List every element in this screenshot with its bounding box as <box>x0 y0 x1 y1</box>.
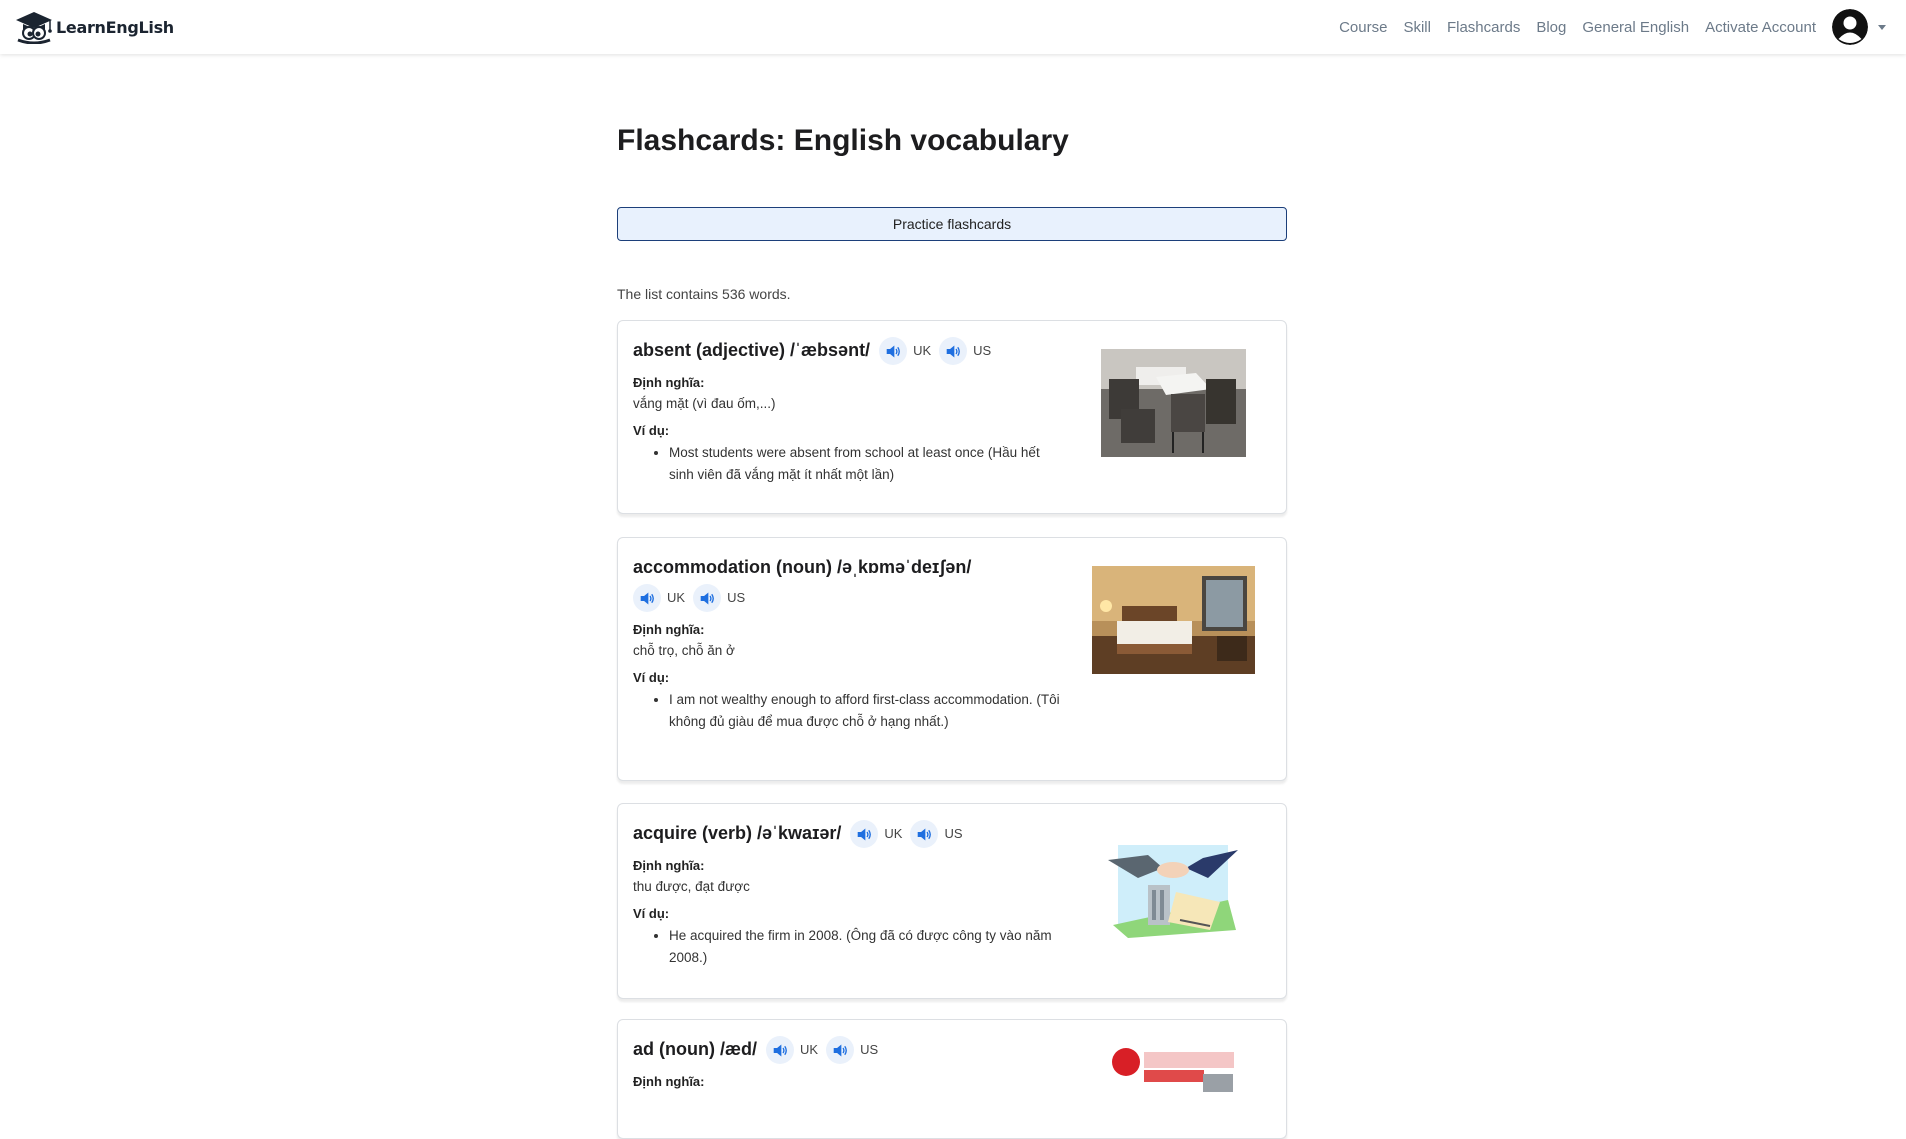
headword-text: ad (noun) /æd/ <box>633 1039 757 1059</box>
definition-text: thu được, đạt được <box>633 879 750 895</box>
handshake-image <box>1108 845 1238 938</box>
user-menu[interactable] <box>1832 9 1886 45</box>
example-label: Ví dụ: <box>633 906 670 922</box>
nav-flashcards[interactable]: Flashcards <box>1447 19 1520 36</box>
nav-course[interactable]: Course <box>1339 19 1387 36</box>
definition-text: vắng mặt (vì đau ốm,...) <box>633 396 776 412</box>
page-title: Flashcards: English vocabulary <box>617 124 1069 157</box>
us-label: US <box>727 590 746 606</box>
example-item: Most students were absent from school at… <box>669 442 1063 485</box>
us-label: US <box>944 826 963 842</box>
definition-label: Định nghĩa: <box>633 622 705 638</box>
graduation-cap-logo-icon <box>16 12 52 44</box>
speaker-us-button[interactable] <box>910 820 939 849</box>
speaker-uk-button[interactable] <box>879 337 908 366</box>
classroom-image <box>1101 349 1246 457</box>
definition-label: Định nghĩa: <box>633 1074 705 1090</box>
advertisement-image <box>1108 1046 1238 1096</box>
speaker-us-button[interactable] <box>693 584 722 613</box>
word-card: accommodation (noun) /əˌkɒməˈdeɪʃən/ UK … <box>617 537 1287 781</box>
headword-text: acquire (verb) /əˈkwaɪər/ <box>633 823 842 843</box>
speaker-us-button[interactable] <box>826 1036 855 1065</box>
nav-activate-account[interactable]: Activate Account <box>1705 19 1816 36</box>
nav-blog[interactable]: Blog <box>1536 19 1566 36</box>
example-item: I am not wealthy enough to afford first-… <box>669 689 1063 732</box>
top-navbar: LearnEngLish Course Skill Flashcards Blo… <box>0 0 1906 54</box>
definition-label: Định nghĩa: <box>633 858 705 874</box>
brand-name: LearnEngLish <box>56 17 174 37</box>
nav-skill[interactable]: Skill <box>1403 19 1431 36</box>
word-count-text: The list contains 536 words. <box>617 286 791 302</box>
example-list: Most students were absent from school at… <box>633 442 1063 485</box>
brand[interactable]: LearnEngLish <box>14 10 174 44</box>
speaker-icon <box>640 592 654 605</box>
example-item: He acquired the firm in 2008. (Ông đã có… <box>669 925 1063 968</box>
example-list: He acquired the firm in 2008. (Ông đã có… <box>633 925 1063 968</box>
definition-label: Định nghĩa: <box>633 375 705 391</box>
speaker-uk-button[interactable] <box>850 820 879 849</box>
example-label: Ví dụ: <box>633 670 670 686</box>
us-label: US <box>860 1042 879 1058</box>
uk-label: UK <box>884 826 903 842</box>
word-card: ad (noun) /æd/ UK US Định nghĩa: <box>617 1019 1287 1139</box>
speaker-icon <box>886 345 900 358</box>
example-label: Ví dụ: <box>633 423 670 439</box>
definition-text: chỗ trọ, chỗ ăn ở <box>633 643 735 659</box>
chevron-down-icon <box>1878 24 1886 30</box>
speaker-icon <box>773 1044 787 1057</box>
speaker-icon <box>833 1044 847 1057</box>
uk-label: UK <box>667 590 686 606</box>
word-card: acquire (verb) /əˈkwaɪər/ UK US Định ngh… <box>617 803 1287 999</box>
speaker-icon <box>946 345 960 358</box>
word-headword: acquire (verb) /əˈkwaɪər/ UK US <box>633 818 1063 849</box>
headword-text: accommodation (noun) /əˌkɒməˈdeɪʃən/ <box>633 557 972 577</box>
speaker-icon <box>700 592 714 605</box>
nav-links: Course Skill Flashcards Blog General Eng… <box>1339 0 1816 54</box>
example-list: I am not wealthy enough to afford first-… <box>633 689 1063 732</box>
nav-general-english[interactable]: General English <box>1582 19 1689 36</box>
user-avatar-icon <box>1832 9 1868 45</box>
word-headword: absent (adjective) /ˈæbsənt/ UK US <box>633 335 1063 366</box>
speaker-icon <box>917 828 931 841</box>
practice-flashcards-button[interactable]: Practice flashcards <box>617 207 1287 241</box>
word-headword: ad (noun) /æd/ UK US <box>633 1034 1063 1065</box>
speaker-uk-button[interactable] <box>633 584 661 613</box>
hotel-room-image <box>1092 566 1255 674</box>
headword-text: absent (adjective) /ˈæbsənt/ <box>633 340 871 360</box>
speaker-uk-button[interactable] <box>766 1036 794 1065</box>
uk-label: UK <box>913 343 932 359</box>
speaker-us-button[interactable] <box>939 337 968 366</box>
speaker-icon <box>857 828 871 841</box>
word-headword: accommodation (noun) /əˌkɒməˈdeɪʃən/ UK … <box>633 552 1063 613</box>
us-label: US <box>973 343 992 359</box>
word-card: absent (adjective) /ˈæbsənt/ UK US Định … <box>617 320 1287 514</box>
uk-label: UK <box>800 1042 819 1058</box>
